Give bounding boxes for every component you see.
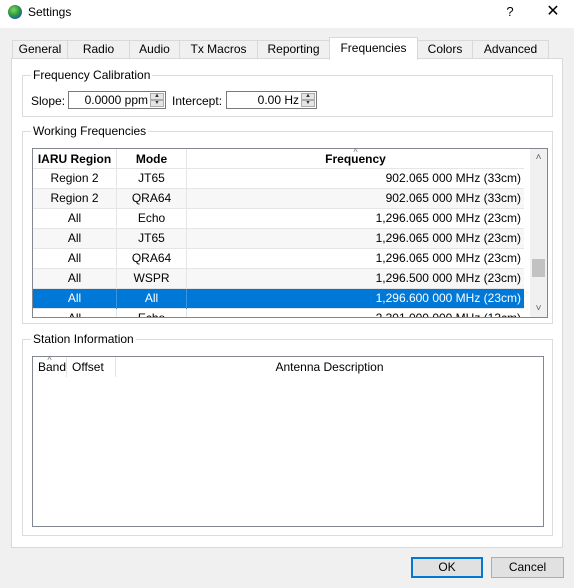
tab-audio[interactable]: Audio: [129, 40, 180, 59]
slope-up-arrow-icon[interactable]: ▲: [150, 93, 164, 100]
cancel-button[interactable]: Cancel: [491, 557, 564, 578]
cell-frequency: 1,296.600 000 MHz (23cm): [375, 291, 521, 305]
cell-region: All: [33, 209, 117, 229]
table-row[interactable]: All Echo 2,301.000 000 MHz (13cm): [33, 309, 524, 318]
window-title: Settings: [28, 5, 72, 19]
cell-region: Region 2: [33, 189, 117, 209]
group-title: Working Frequencies: [31, 124, 149, 138]
title-bar: Settings ? ✕: [0, 0, 574, 28]
intercept-label: Intercept:: [172, 94, 223, 108]
scroll-down-icon[interactable]: ˅: [530, 300, 547, 317]
working-frequencies-group: Working Frequencies IARU Region Mode ^ F…: [22, 124, 553, 324]
cell-frequency: 2,301.000 000 MHz (13cm): [375, 311, 521, 318]
table-body: Region 2 JT65 902.065 000 MHz (33cm) Reg…: [33, 169, 524, 318]
sort-ascending-icon: ^: [353, 148, 358, 157]
sort-ascending-icon: ^: [47, 355, 52, 365]
cell-region: All: [33, 309, 117, 317]
column-header-mode[interactable]: Mode: [117, 149, 187, 169]
vertical-scrollbar[interactable]: ˄ ˅: [530, 149, 547, 317]
slope-spinbox[interactable]: 0.0000 ppm ▲ ▼: [68, 91, 166, 109]
table-row[interactable]: All QRA64 1,296.065 000 MHz (23cm): [33, 249, 524, 269]
frequencies-panel: Frequency Calibration Slope: 0.0000 ppm …: [11, 58, 563, 548]
table-header: IARU Region Mode ^ Frequency: [33, 149, 524, 169]
tab-colors[interactable]: Colors: [417, 40, 473, 59]
intercept-up-arrow-icon[interactable]: ▲: [301, 93, 315, 100]
cell-region: Region 2: [33, 169, 117, 189]
table-row[interactable]: All Echo 1,296.065 000 MHz (23cm): [33, 209, 524, 229]
intercept-down-arrow-icon[interactable]: ▼: [301, 100, 315, 107]
close-icon[interactable]: ✕: [538, 0, 568, 26]
app-globe-icon: [8, 5, 22, 19]
cell-region: All: [33, 269, 117, 289]
slope-value: 0.0000 ppm: [84, 93, 148, 107]
cell-mode: WSPR: [117, 269, 187, 289]
scroll-up-icon[interactable]: ˄: [530, 149, 547, 166]
tab-reporting[interactable]: Reporting: [257, 40, 330, 59]
cell-region: All: [33, 229, 117, 249]
intercept-spinbox[interactable]: 0.00 Hz ▲ ▼: [226, 91, 317, 109]
cell-frequency: 1,296.065 000 MHz (23cm): [375, 231, 521, 245]
cell-frequency: 1,296.065 000 MHz (23cm): [375, 251, 521, 265]
slope-down-arrow-icon[interactable]: ▼: [150, 100, 164, 107]
cell-mode: JT65: [117, 229, 187, 249]
table-row[interactable]: Region 2 QRA64 902.065 000 MHz (33cm): [33, 189, 524, 209]
intercept-value: 0.00 Hz: [257, 93, 299, 107]
column-header-antenna[interactable]: Antenna Description: [116, 357, 543, 377]
cell-frequency: 902.065 000 MHz (33cm): [385, 191, 521, 205]
tab-advanced[interactable]: Advanced: [472, 40, 549, 59]
column-header-band[interactable]: ^ Band: [33, 355, 67, 377]
cell-mode: JT65: [117, 169, 187, 189]
table-row-selected[interactable]: All All 1,296.600 000 MHz (23cm): [33, 289, 524, 309]
cell-region: All: [33, 249, 117, 269]
help-button[interactable]: ?: [496, 0, 524, 26]
ok-button[interactable]: OK: [411, 557, 483, 578]
tab-tx-macros[interactable]: Tx Macros: [179, 40, 258, 59]
column-header-region[interactable]: IARU Region: [33, 149, 117, 169]
group-title: Frequency Calibration: [31, 68, 153, 82]
slope-label: Slope:: [31, 94, 66, 108]
frequencies-table[interactable]: IARU Region Mode ^ Frequency Region 2 JT…: [32, 148, 548, 318]
station-information-group: Station Information ^ Band Offset Antenn…: [22, 332, 553, 536]
cell-mode: QRA64: [117, 249, 187, 269]
cell-mode: All: [117, 289, 187, 309]
tab-frequencies[interactable]: Frequencies: [329, 37, 418, 60]
frequency-calibration-group: Frequency Calibration Slope: 0.0000 ppm …: [22, 68, 553, 117]
group-title: Station Information: [31, 332, 136, 346]
cell-frequency: 1,296.065 000 MHz (23cm): [375, 211, 521, 225]
table-row[interactable]: All WSPR 1,296.500 000 MHz (23cm): [33, 269, 524, 289]
cell-mode: Echo: [117, 209, 187, 229]
cell-region: All: [33, 289, 117, 309]
column-header-offset[interactable]: Offset: [67, 357, 116, 377]
cell-frequency: 902.065 000 MHz (33cm): [385, 171, 521, 185]
cell-frequency: 1,296.500 000 MHz (23cm): [375, 271, 521, 285]
cell-mode: Echo: [117, 309, 187, 317]
cell-mode: QRA64: [117, 189, 187, 209]
station-table[interactable]: ^ Band Offset Antenna Description: [32, 355, 544, 527]
column-header-frequency[interactable]: ^ Frequency: [187, 149, 524, 169]
scrollbar-thumb[interactable]: [532, 259, 545, 277]
tab-general[interactable]: General: [12, 40, 68, 59]
table-row[interactable]: All JT65 1,296.065 000 MHz (23cm): [33, 229, 524, 249]
tab-radio[interactable]: Radio: [67, 40, 130, 59]
table-row[interactable]: Region 2 JT65 902.065 000 MHz (33cm): [33, 169, 524, 189]
